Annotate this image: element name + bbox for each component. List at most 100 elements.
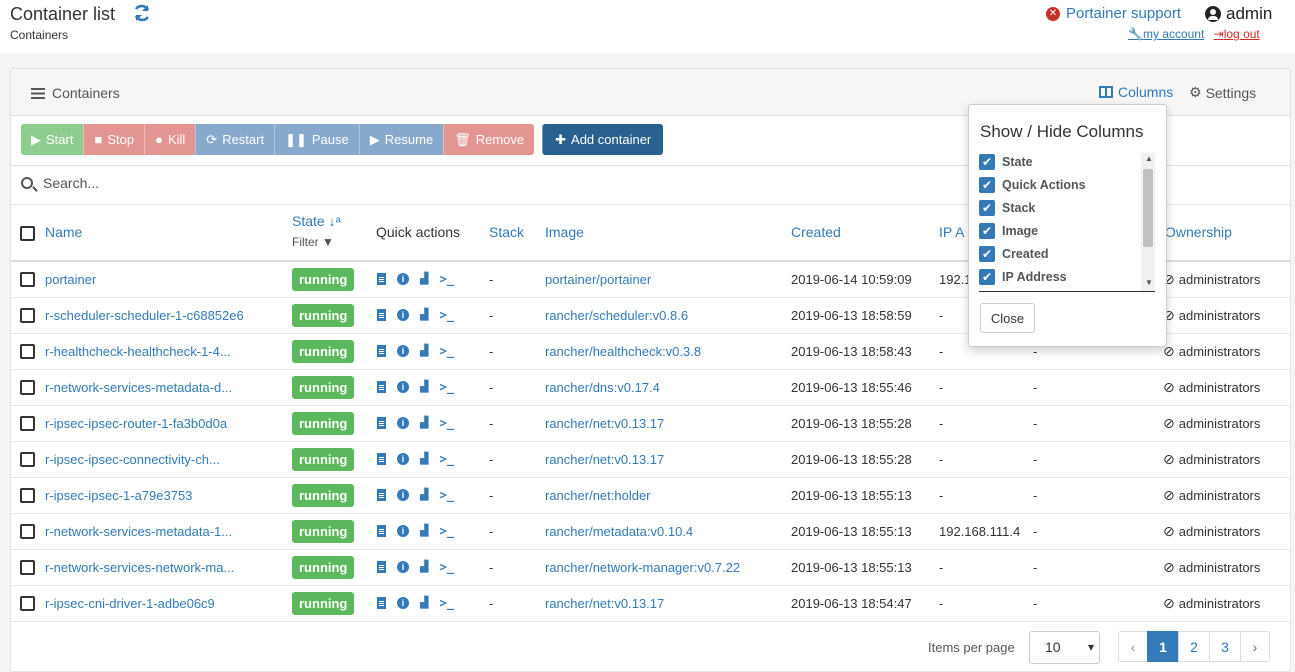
scroll-down-icon[interactable]: ▼ [1145, 278, 1153, 287]
column-header-image[interactable]: Image [545, 224, 584, 240]
logs-icon[interactable] [377, 417, 386, 429]
stats-icon[interactable]: ▟ [420, 272, 428, 286]
logs-icon[interactable] [377, 273, 386, 285]
row-checkbox[interactable] [20, 524, 35, 539]
page-2-button[interactable]: 2 [1178, 631, 1210, 662]
row-checkbox[interactable] [20, 452, 35, 467]
checkbox-checked-icon[interactable]: ✔ [979, 246, 995, 262]
row-checkbox[interactable] [20, 380, 35, 395]
info-icon[interactable]: i [397, 525, 409, 537]
image-link[interactable]: rancher/net:v0.13.17 [545, 596, 664, 611]
column-toggle-item[interactable]: ✔ IP Address [979, 268, 1067, 286]
checkbox-checked-icon[interactable]: ✔ [979, 177, 995, 193]
info-icon[interactable]: i [397, 561, 409, 573]
info-icon[interactable]: i [397, 273, 409, 285]
refresh-icon[interactable] [132, 3, 152, 26]
container-name-link[interactable]: r-ipsec-ipsec-1-a79e3753 [45, 488, 192, 503]
stats-icon[interactable]: ▟ [420, 524, 428, 538]
resume-button[interactable]: ▶ Resume [358, 124, 444, 155]
logs-icon[interactable] [377, 489, 386, 501]
logs-icon[interactable] [377, 525, 386, 537]
console-icon[interactable]: >_ [439, 344, 453, 358]
column-toggle-item[interactable]: ✔ Image [979, 222, 1038, 240]
image-link[interactable]: rancher/metadata:v0.10.4 [545, 524, 693, 539]
column-header-state[interactable]: State ↓ᵃ [292, 213, 341, 229]
state-filter[interactable]: Filter ▼ [292, 235, 334, 249]
items-per-page-select[interactable]: 10 [1029, 631, 1100, 664]
column-header-created[interactable]: Created [791, 224, 841, 240]
search-input[interactable] [41, 174, 941, 192]
checkbox-checked-icon[interactable]: ✔ [979, 269, 995, 285]
my-account-link[interactable]: 🔧my account [1128, 27, 1204, 41]
image-link[interactable]: rancher/scheduler:v0.8.6 [545, 308, 688, 323]
close-button[interactable]: Close [980, 303, 1035, 333]
console-icon[interactable]: >_ [439, 560, 453, 574]
column-toggle-item[interactable]: ✔ Quick Actions [979, 176, 1086, 194]
scroll-up-icon[interactable]: ▲ [1145, 154, 1153, 163]
logout-link[interactable]: ⇥log out [1214, 27, 1260, 41]
console-icon[interactable]: >_ [439, 452, 453, 466]
image-link[interactable]: rancher/net:v0.13.17 [545, 452, 664, 467]
row-checkbox[interactable] [20, 308, 35, 323]
columns-toggle-button[interactable]: Columns [1099, 84, 1173, 100]
console-icon[interactable]: >_ [439, 596, 453, 610]
row-checkbox[interactable] [20, 560, 35, 575]
image-link[interactable]: portainer/portainer [545, 272, 651, 287]
row-checkbox[interactable] [20, 416, 35, 431]
image-link[interactable]: rancher/net:holder [545, 488, 651, 503]
row-checkbox[interactable] [20, 488, 35, 503]
stats-icon[interactable]: ▟ [420, 596, 428, 610]
row-checkbox[interactable] [20, 272, 35, 287]
next-page-button[interactable]: › [1240, 631, 1270, 662]
container-name-link[interactable]: r-ipsec-ipsec-router-1-fa3b0d0a [45, 416, 227, 431]
console-icon[interactable]: >_ [439, 308, 453, 322]
checkbox-checked-icon[interactable]: ✔ [979, 200, 995, 216]
start-button[interactable]: ▶ Start [21, 124, 84, 155]
console-icon[interactable]: >_ [439, 488, 453, 502]
image-link[interactable]: rancher/dns:v0.17.4 [545, 380, 660, 395]
column-toggle-item[interactable]: ✔ Stack [979, 199, 1035, 217]
container-name-link[interactable]: r-scheduler-scheduler-1-c68852e6 [45, 308, 244, 323]
logs-icon[interactable] [377, 309, 386, 321]
container-name-link[interactable]: r-network-services-metadata-d... [45, 380, 232, 395]
column-header-stack[interactable]: Stack [489, 224, 524, 240]
scrollbar-thumb[interactable] [1143, 169, 1153, 247]
portainer-support-link[interactable]: ✕ Portainer support [1046, 5, 1181, 22]
stats-icon[interactable]: ▟ [420, 560, 428, 574]
checkbox-checked-icon[interactable]: ✔ [979, 223, 995, 239]
row-checkbox[interactable] [20, 344, 35, 359]
info-icon[interactable]: i [397, 489, 409, 501]
stats-icon[interactable]: ▟ [420, 416, 428, 430]
info-icon[interactable]: i [397, 417, 409, 429]
prev-page-button[interactable]: ‹ [1118, 631, 1148, 662]
image-link[interactable]: rancher/net:v0.13.17 [545, 416, 664, 431]
stats-icon[interactable]: ▟ [420, 488, 428, 502]
select-all-checkbox[interactable] [20, 226, 35, 241]
logs-icon[interactable] [377, 453, 386, 465]
kill-button[interactable]: ● Kill [144, 124, 196, 155]
add-container-button[interactable]: ✚ Add container [542, 124, 664, 155]
container-name-link[interactable]: r-healthcheck-healthcheck-1-4... [45, 344, 231, 359]
restart-button[interactable]: ⟳ Restart [195, 124, 275, 155]
image-link[interactable]: rancher/healthcheck:v0.3.8 [545, 344, 701, 359]
console-icon[interactable]: >_ [439, 380, 453, 394]
page-3-button[interactable]: 3 [1209, 631, 1241, 662]
column-toggle-item[interactable]: ✔ State [979, 153, 1033, 171]
pause-button[interactable]: ❚❚ Pause [274, 124, 359, 155]
info-icon[interactable]: i [397, 381, 409, 393]
container-name-link[interactable]: portainer [45, 272, 96, 287]
console-icon[interactable]: >_ [439, 416, 453, 430]
logs-icon[interactable] [377, 345, 386, 357]
logs-icon[interactable] [377, 597, 386, 609]
stats-icon[interactable]: ▟ [420, 344, 428, 358]
info-icon[interactable]: i [397, 597, 409, 609]
page-1-button[interactable]: 1 [1147, 631, 1179, 662]
column-header-ownership[interactable]: Ownership [1165, 224, 1232, 240]
stats-icon[interactable]: ▟ [420, 452, 428, 466]
container-name-link[interactable]: r-network-services-metadata-1... [45, 524, 232, 539]
stats-icon[interactable]: ▟ [420, 380, 428, 394]
image-link[interactable]: rancher/network-manager:v0.7.22 [545, 560, 740, 575]
remove-button[interactable]: 🗑 Remove [443, 124, 535, 155]
logs-icon[interactable] [377, 381, 386, 393]
info-icon[interactable]: i [397, 309, 409, 321]
